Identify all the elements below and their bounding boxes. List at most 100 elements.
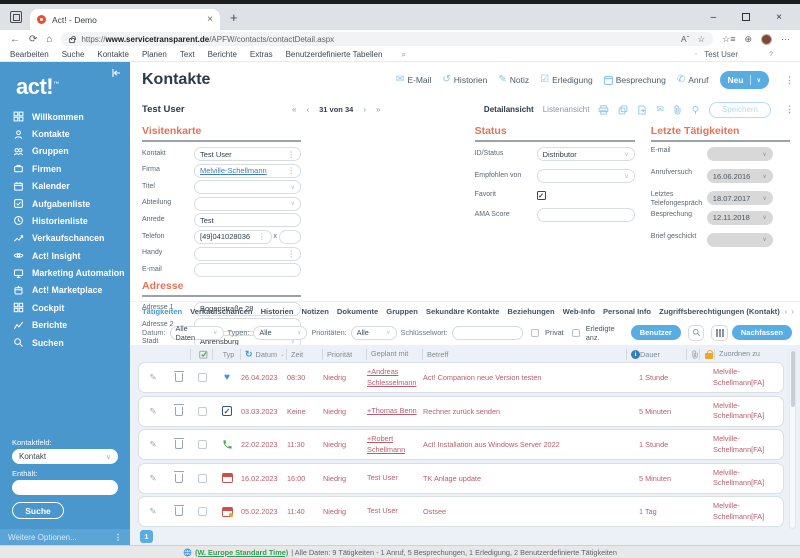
menu-text[interactable]: Text — [180, 50, 195, 59]
menu-kontakte[interactable]: Kontakte — [97, 50, 129, 59]
kontaktfeld-select[interactable]: Kontakt ∨ — [12, 449, 118, 464]
table-row[interactable]: ✎ ♥ 26.04.2023 08:30 Niedrig +Andreas Sc… — [138, 362, 784, 393]
tab-list-icon[interactable] — [10, 11, 22, 23]
action-notiz[interactable]: ✎Notiz — [498, 75, 529, 85]
header-more-dots-icon[interactable]: ⋮ — [785, 76, 794, 85]
tabs-scroll-left-icon[interactable]: ‹ — [785, 307, 788, 316]
tab-detailansicht[interactable]: Detailansicht — [484, 105, 534, 114]
mail-icon[interactable]: ✉ — [656, 104, 664, 115]
tab-verkaufschancen[interactable]: Verkaufschancen — [190, 307, 252, 316]
speichern-button[interactable]: Speichern — [709, 102, 771, 118]
telefon-ext-field[interactable] — [279, 230, 301, 244]
abteilung-select[interactable]: ∨ — [194, 197, 301, 211]
last-record-icon[interactable]: » — [376, 105, 380, 114]
browser-tab[interactable]: Act! - Demo × — [30, 9, 220, 30]
favorites-bar-icon[interactable]: ☆≡ — [722, 34, 735, 45]
edit-icon[interactable]: ✎ — [139, 406, 167, 417]
delete-icon[interactable] — [167, 407, 191, 416]
action-erledigung[interactable]: ☑Erledigung — [540, 75, 593, 85]
sidebar-collapse-icon[interactable] — [110, 67, 122, 79]
table-row[interactable]: ✎ 22.02.2023 11:30 Niedrig +Robert Schel… — [138, 429, 784, 460]
table-row[interactable]: ✎ ✓ 03.03.2023 Keine Niedrig +Thomas Ben… — [138, 396, 784, 427]
action-anruf[interactable]: ✆Anruf — [677, 75, 709, 85]
ellipsis-icon[interactable]: ⋮ — [288, 150, 296, 159]
menu-berichte[interactable]: Berichte — [208, 50, 237, 59]
copy-icon[interactable] — [618, 105, 628, 115]
menu-benutzerdefinierte-tabellen[interactable]: Benutzerdefinierte Tabellen — [286, 50, 383, 59]
erledigte-checkbox[interactable] — [572, 329, 580, 337]
sidebar-item-kontakte[interactable]: Kontakte — [0, 125, 130, 142]
firma-field[interactable]: Melville-Schellmann⋮ — [194, 164, 301, 178]
weitere-optionen[interactable]: Weitere Optionen... ⋮ — [0, 529, 130, 545]
menu-suche[interactable]: Suche — [62, 50, 85, 59]
table-row[interactable]: ✎ 16.02.2023 16:00 Niedrig Test User TK … — [138, 463, 784, 494]
read-aloud-icon[interactable]: A⌁ — [681, 34, 690, 45]
ellipsis-icon[interactable]: ⋮ — [288, 166, 296, 175]
menu-bearbeiten[interactable]: Bearbeiten — [10, 50, 49, 59]
tab-web-info[interactable]: Web-Info — [563, 307, 595, 316]
tab-gruppen[interactable]: Gruppen — [386, 307, 418, 316]
row-checkbox[interactable] — [191, 407, 213, 416]
attachment-icon[interactable] — [673, 105, 682, 115]
new-tab-button[interactable]: + — [230, 10, 238, 25]
browser-profile-avatar[interactable] — [761, 34, 772, 45]
browser-menu-icon[interactable]: ⋯ — [781, 34, 790, 45]
more-options-dots-icon[interactable]: ⋮ — [114, 533, 122, 542]
edit-icon[interactable]: ✎ — [139, 439, 167, 450]
sidebar-item-aufgabenliste[interactable]: Aufgabenliste — [0, 195, 130, 212]
print-icon[interactable] — [598, 105, 609, 115]
col-datum[interactable]: ↻Datum⌄ — [240, 349, 286, 360]
tab-historien[interactable]: Historien — [261, 307, 294, 316]
kontakt-field[interactable]: Test User⋮ — [194, 147, 301, 161]
timezone-link[interactable]: (W. Europe Standard Time) — [195, 548, 288, 557]
delete-icon[interactable] — [167, 474, 191, 483]
delete-icon[interactable] — [167, 373, 191, 382]
sidebar-item-firmen[interactable]: Firmen — [0, 160, 130, 177]
sidebar-item-willkommen[interactable]: Willkommen — [0, 108, 130, 125]
delete-icon[interactable] — [167, 440, 191, 449]
col-betreff[interactable]: Betreff — [422, 349, 626, 360]
sidebar-item-act-insight[interactable]: Act! Insight — [0, 247, 130, 264]
tab-notizen[interactable]: Notizen — [302, 307, 329, 316]
sidebar-item-marketing-automation[interactable]: Marketing Automation — [0, 264, 130, 281]
row-checkbox[interactable] — [191, 373, 213, 382]
table-scrollbar[interactable] — [789, 349, 796, 529]
sidebar-item-gruppen[interactable]: Gruppen — [0, 143, 130, 160]
schluesselwort-input[interactable] — [452, 326, 523, 340]
titel-select[interactable]: ∨ — [194, 180, 301, 194]
ama-score-field[interactable] — [537, 208, 635, 222]
reload-icon[interactable]: ⟳ — [29, 34, 37, 45]
action-besprechung[interactable]: Besprechung — [604, 75, 666, 85]
next-record-icon[interactable]: › — [363, 105, 366, 114]
chevron-down-icon[interactable]: ∨ — [757, 77, 761, 84]
help-icon[interactable]: ? — [766, 50, 776, 60]
row-checkbox[interactable] — [191, 474, 213, 483]
tab-beziehungen[interactable]: Beziehungen — [507, 307, 554, 316]
ellipsis-icon[interactable]: ⋮ — [258, 232, 266, 241]
sidebar-item-historienliste[interactable]: Historienliste — [0, 212, 130, 229]
row-checkbox[interactable] — [191, 507, 213, 516]
maximize-button[interactable] — [742, 13, 750, 21]
column-settings-button[interactable] — [711, 325, 728, 341]
first-record-icon[interactable]: « — [292, 105, 296, 114]
prev-record-icon[interactable]: ‹ — [306, 105, 309, 114]
tab-sekundaere-kontakte[interactable]: Sekundäre Kontakte — [426, 307, 499, 316]
col-zuordnen-zu[interactable]: Zuordnen zu — [714, 349, 784, 360]
col-dauer[interactable]: Dauer — [640, 350, 686, 359]
suche-button[interactable]: Suche — [12, 502, 64, 519]
record-more-dots-icon[interactable]: ⋮ — [785, 105, 794, 114]
table-search-button[interactable] — [688, 325, 705, 341]
user-menu[interactable]: ◦Test User — [691, 50, 738, 60]
privat-checkbox[interactable] — [531, 329, 539, 337]
col-geplant-mit[interactable]: Geplant mit — [366, 349, 422, 360]
ellipsis-icon[interactable]: ⋮ — [288, 249, 296, 258]
id-status-select[interactable]: Distributor∨ — [537, 147, 635, 161]
map-pin-icon[interactable] — [691, 105, 700, 115]
anrede-field[interactable]: Test — [194, 213, 301, 227]
benutzer-button[interactable]: Benutzer — [631, 325, 681, 340]
menu-search-icon[interactable]: ⌕ — [401, 50, 405, 60]
action-email[interactable]: ✉E-Mail — [396, 75, 431, 85]
action-historien[interactable]: ↺Historien — [442, 75, 487, 85]
export-icon[interactable] — [637, 105, 647, 115]
row-checkbox[interactable] — [191, 440, 213, 449]
